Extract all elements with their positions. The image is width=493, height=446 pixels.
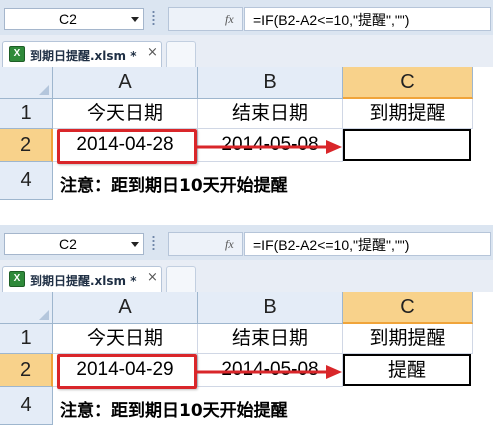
cell-c2-active[interactable]: 提醒 [343, 354, 471, 386]
workbook-filename: 到期日提醒.xlsm * [30, 49, 137, 63]
insert-function-button[interactable]: fx [168, 7, 243, 31]
close-icon[interactable]: × [147, 45, 158, 60]
resize-grip-icon[interactable] [152, 10, 155, 27]
row-header-1[interactable]: 1 [0, 324, 53, 354]
row-header-1[interactable]: 1 [0, 99, 53, 129]
column-header-b[interactable]: B [198, 67, 343, 99]
workbook-tab-strip: X 到期日提醒.xlsm * × [0, 35, 493, 67]
row-header-4[interactable]: 4 [0, 387, 53, 425]
column-header-a[interactable]: A [53, 292, 198, 324]
select-all-icon [39, 310, 49, 320]
red-arrow-icon [196, 365, 342, 379]
workbook-tab[interactable]: X 到期日提醒.xlsm * × [2, 41, 162, 67]
highlight-box [57, 354, 197, 389]
workbook-tab[interactable]: X 到期日提醒.xlsm * × [2, 266, 162, 292]
formula-bar: C2 fx =IF(B2-A2<=10,"提醒","") [0, 0, 493, 35]
reminder-note[interactable]: 注意：距到期日10天开始提醒 [60, 171, 288, 196]
cell-c1[interactable]: 到期提醒 [343, 324, 473, 354]
worksheet-grid: A B C 1 今天日期 结束日期 到期提醒 2 2014-04-29 2014… [0, 292, 493, 441]
row-header-2[interactable]: 2 [0, 129, 53, 162]
new-workbook-tab[interactable] [166, 266, 196, 292]
name-box-value: C2 [59, 11, 77, 27]
insert-function-button[interactable]: fx [168, 232, 243, 256]
function-icon: fx [225, 237, 234, 251]
column-header-b[interactable]: B [198, 292, 343, 324]
chevron-down-icon[interactable] [131, 242, 139, 247]
cell-b1[interactable]: 结束日期 [198, 99, 343, 129]
cell-b1[interactable]: 结束日期 [198, 324, 343, 354]
excel-file-icon: X [9, 271, 25, 287]
select-all-icon [39, 85, 49, 95]
column-header-c[interactable]: C [343, 67, 473, 99]
formula-input[interactable]: =IF(B2-A2<=10,"提醒","") [244, 232, 491, 256]
highlight-box [57, 129, 197, 164]
function-icon: fx [225, 12, 234, 26]
workbook-tab-strip: X 到期日提醒.xlsm * × [0, 260, 493, 292]
row-header-4[interactable]: 4 [0, 162, 53, 200]
select-all-corner[interactable] [0, 292, 53, 324]
cell-a1[interactable]: 今天日期 [53, 324, 198, 354]
column-header-c[interactable]: C [343, 292, 473, 324]
excel-file-icon: X [9, 46, 25, 62]
worksheet-grid: A B C 1 今天日期 结束日期 到期提醒 2 2014-04-28 2014… [0, 67, 493, 216]
new-workbook-tab[interactable] [166, 41, 196, 67]
cell-a1[interactable]: 今天日期 [53, 99, 198, 129]
resize-grip-icon[interactable] [152, 235, 155, 252]
spreadsheet-panel-after: C2 fx =IF(B2-A2<=10,"提醒","") X 到期日提醒.xls… [0, 225, 493, 441]
name-box-value: C2 [59, 236, 77, 252]
name-box[interactable]: C2 [4, 8, 144, 30]
workbook-filename: 到期日提醒.xlsm * [30, 274, 137, 288]
spreadsheet-panel-before: C2 fx =IF(B2-A2<=10,"提醒","") X 到期日提醒.xls… [0, 0, 493, 216]
column-header-a[interactable]: A [53, 67, 198, 99]
select-all-corner[interactable] [0, 67, 53, 99]
close-icon[interactable]: × [147, 270, 158, 285]
cell-c2-active[interactable] [343, 129, 471, 161]
red-arrow-icon [196, 140, 342, 154]
reminder-note[interactable]: 注意：距到期日10天开始提醒 [60, 396, 288, 421]
formula-input[interactable]: =IF(B2-A2<=10,"提醒","") [244, 7, 491, 31]
cell-c1[interactable]: 到期提醒 [343, 99, 473, 129]
name-box[interactable]: C2 [4, 233, 144, 255]
chevron-down-icon[interactable] [131, 17, 139, 22]
row-header-2[interactable]: 2 [0, 354, 53, 387]
formula-bar: C2 fx =IF(B2-A2<=10,"提醒","") [0, 225, 493, 260]
